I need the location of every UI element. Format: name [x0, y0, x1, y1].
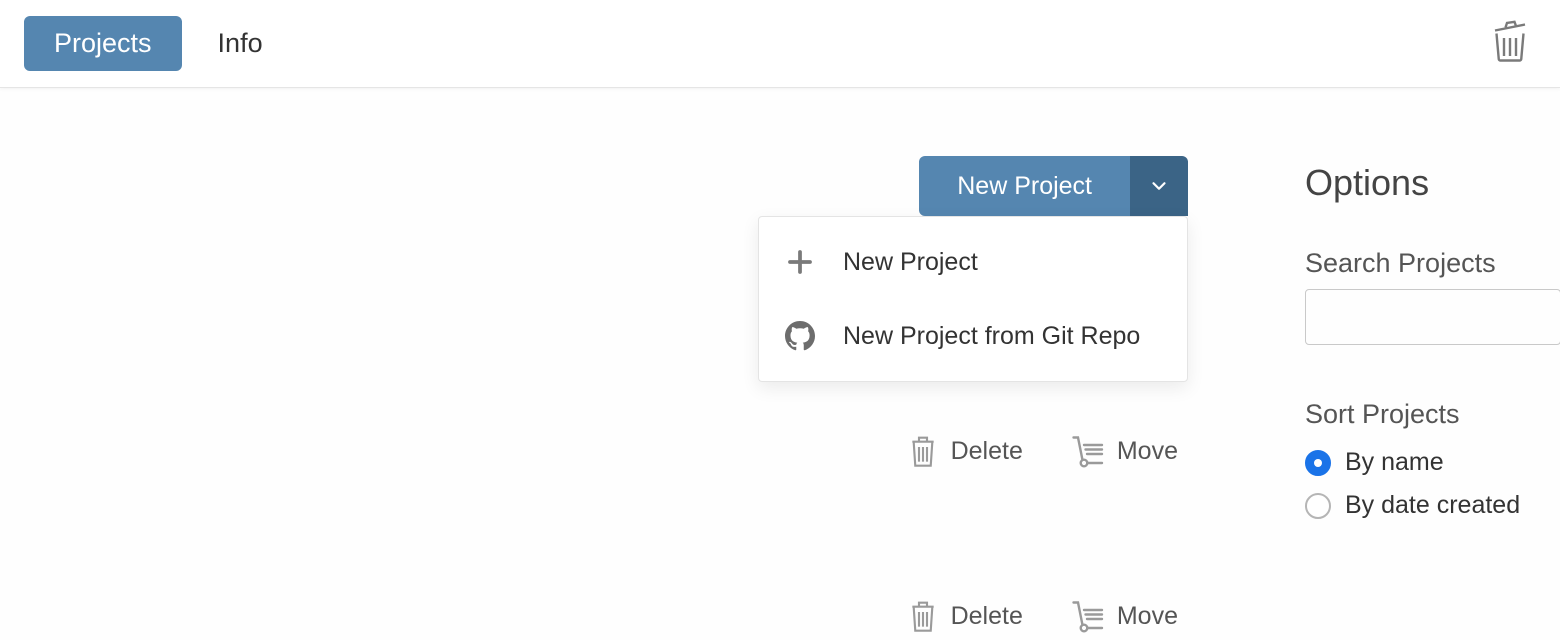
workspace: New Project New Project New Proje — [0, 88, 1560, 640]
trash-icon — [1492, 20, 1528, 62]
dropdown-item-label: New Project — [843, 248, 978, 277]
hand-truck-icon — [1069, 598, 1105, 634]
new-project-button[interactable]: New Project — [919, 156, 1130, 216]
move-project-button[interactable]: Move — [1069, 433, 1178, 469]
radio-icon — [1305, 493, 1331, 519]
new-project-split-button: New Project — [919, 156, 1188, 216]
new-project-dropdown-toggle[interactable] — [1130, 156, 1188, 216]
trash-small-icon — [907, 433, 939, 469]
project-actions-row: Delete Move — [907, 433, 1178, 469]
sort-projects-label: Sort Projects — [1305, 399, 1560, 430]
radio-label: By name — [1345, 448, 1444, 477]
trash-button[interactable] — [1484, 12, 1536, 75]
plus-icon — [783, 247, 817, 277]
top-tab-bar: Projects Info — [0, 0, 1560, 88]
hand-truck-icon — [1069, 433, 1105, 469]
search-projects-box[interactable] — [1305, 289, 1560, 345]
options-sidebar: Options Search Projects Sort Projects By… — [1305, 162, 1560, 534]
tab-info[interactable]: Info — [188, 16, 293, 71]
delete-project-button[interactable]: Delete — [907, 598, 1023, 634]
sort-by-name-radio[interactable]: By name — [1305, 448, 1560, 477]
dropdown-item-new-project[interactable]: New Project — [759, 225, 1187, 299]
radio-label: By date created — [1345, 491, 1520, 520]
github-icon — [783, 321, 817, 351]
dropdown-item-label: New Project from Git Repo — [843, 322, 1140, 351]
move-label: Move — [1117, 437, 1178, 466]
options-heading: Options — [1305, 162, 1560, 204]
delete-project-button[interactable]: Delete — [907, 433, 1023, 469]
search-projects-label: Search Projects — [1305, 248, 1560, 279]
radio-icon — [1305, 450, 1331, 476]
move-project-button[interactable]: Move — [1069, 598, 1178, 634]
project-actions-row: Delete Move — [907, 598, 1178, 634]
move-label: Move — [1117, 602, 1178, 631]
trash-small-icon — [907, 598, 939, 634]
chevron-down-icon — [1148, 175, 1170, 197]
sort-by-date-created-radio[interactable]: By date created — [1305, 491, 1560, 520]
tab-projects[interactable]: Projects — [24, 16, 182, 71]
search-projects-input[interactable] — [1318, 304, 1560, 330]
delete-label: Delete — [951, 437, 1023, 466]
dropdown-item-new-project-from-git[interactable]: New Project from Git Repo — [759, 299, 1187, 373]
delete-label: Delete — [951, 602, 1023, 631]
new-project-dropdown: New Project New Project from Git Repo — [758, 216, 1188, 382]
